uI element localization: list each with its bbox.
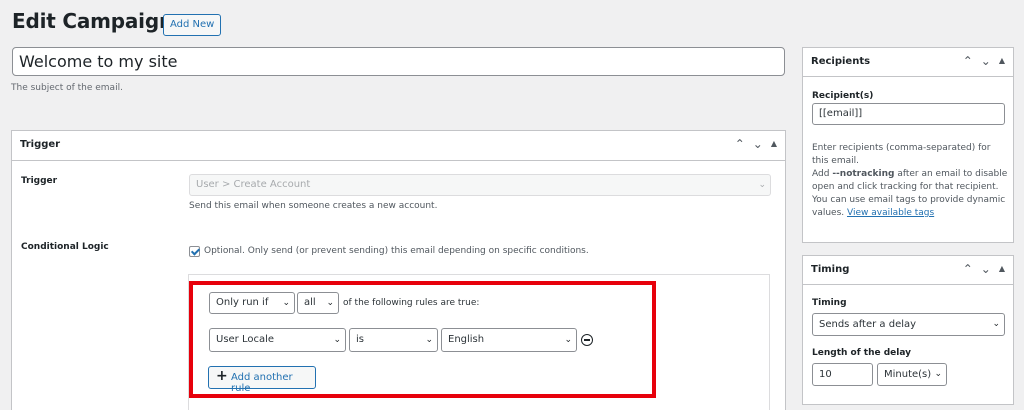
delay-label: Length of the delay bbox=[812, 348, 912, 358]
recipients-help: Enter recipients (comma-separated) for t… bbox=[812, 142, 1009, 220]
notracking-code: --notracking bbox=[832, 169, 895, 179]
conditional-logic-label: Conditional Logic bbox=[21, 242, 109, 252]
timing-label: Timing bbox=[812, 298, 847, 308]
chevron-up-icon[interactable]: ⌃ bbox=[735, 137, 745, 151]
triangle-up-icon[interactable]: ▲ bbox=[771, 137, 777, 151]
chevron-down-icon[interactable]: ⌄ bbox=[981, 262, 991, 276]
trigger-postbox-header: Trigger ⌃ ⌄ ▲ bbox=[12, 131, 785, 161]
recipients-postbox-title: Recipients bbox=[811, 56, 871, 67]
chevron-up-icon[interactable]: ⌃ bbox=[963, 262, 973, 276]
subject-description: The subject of the email. bbox=[11, 83, 123, 93]
triangle-up-icon[interactable]: ▲ bbox=[999, 54, 1005, 68]
delay-unit-select[interactable]: Minute(s) ⌄ bbox=[877, 363, 947, 386]
subject-input[interactable]: Welcome to my site bbox=[12, 47, 785, 76]
delay-unit-value: Minute(s) bbox=[884, 369, 932, 380]
chevron-up-icon[interactable]: ⌃ bbox=[963, 54, 973, 68]
delay-input[interactable]: 10 bbox=[812, 363, 873, 386]
conditional-logic-checkbox[interactable] bbox=[189, 246, 200, 257]
add-new-button[interactable]: Add New bbox=[163, 14, 222, 36]
chevron-down-icon[interactable]: ⌄ bbox=[981, 54, 991, 68]
trigger-label: Trigger bbox=[21, 176, 58, 186]
conditional-logic-text: Optional. Only send (or prevent sending)… bbox=[204, 246, 589, 256]
trigger-postbox-title: Trigger bbox=[20, 139, 61, 150]
trigger-select[interactable]: User > Create Account ⌄ bbox=[189, 174, 771, 196]
chevron-down-icon[interactable]: ⌄ bbox=[753, 137, 763, 151]
timing-postbox: Timing ⌃ ⌄ ▲ Timing Sends after a delay … bbox=[802, 255, 1014, 405]
trigger-description: Send this email when someone creates a n… bbox=[189, 201, 438, 211]
recipients-input[interactable]: [[email]] bbox=[812, 103, 1005, 125]
recipients-desc-3: You can use email tags to provide dynami… bbox=[812, 195, 1006, 218]
recipients-label: Recipient(s) bbox=[812, 91, 874, 101]
recipients-desc-2: Add --notracking after an email to disab… bbox=[812, 169, 1008, 192]
recipients-postbox: Recipients ⌃ ⌄ ▲ Recipient(s) [[email]] … bbox=[802, 47, 1014, 243]
timing-select-value: Sends after a delay bbox=[819, 319, 917, 330]
timing-postbox-header: Timing ⌃ ⌄ ▲ bbox=[803, 256, 1013, 285]
timing-postbox-title: Timing bbox=[811, 264, 850, 275]
highlight-box bbox=[189, 281, 656, 398]
timing-select[interactable]: Sends after a delay ⌄ bbox=[812, 313, 1005, 336]
triangle-up-icon[interactable]: ▲ bbox=[999, 262, 1005, 276]
page-title: Edit Campaign bbox=[12, 9, 173, 33]
view-tags-link[interactable]: View available tags bbox=[847, 208, 934, 218]
recipients-desc-1: Enter recipients (comma-separated) for t… bbox=[812, 143, 991, 166]
chevron-down-icon: ⌄ bbox=[758, 180, 766, 190]
chevron-down-icon: ⌄ bbox=[992, 319, 1000, 329]
trigger-select-value: User > Create Account bbox=[196, 179, 311, 190]
recipients-postbox-header: Recipients ⌃ ⌄ ▲ bbox=[803, 48, 1013, 77]
chevron-down-icon: ⌄ bbox=[934, 369, 942, 379]
